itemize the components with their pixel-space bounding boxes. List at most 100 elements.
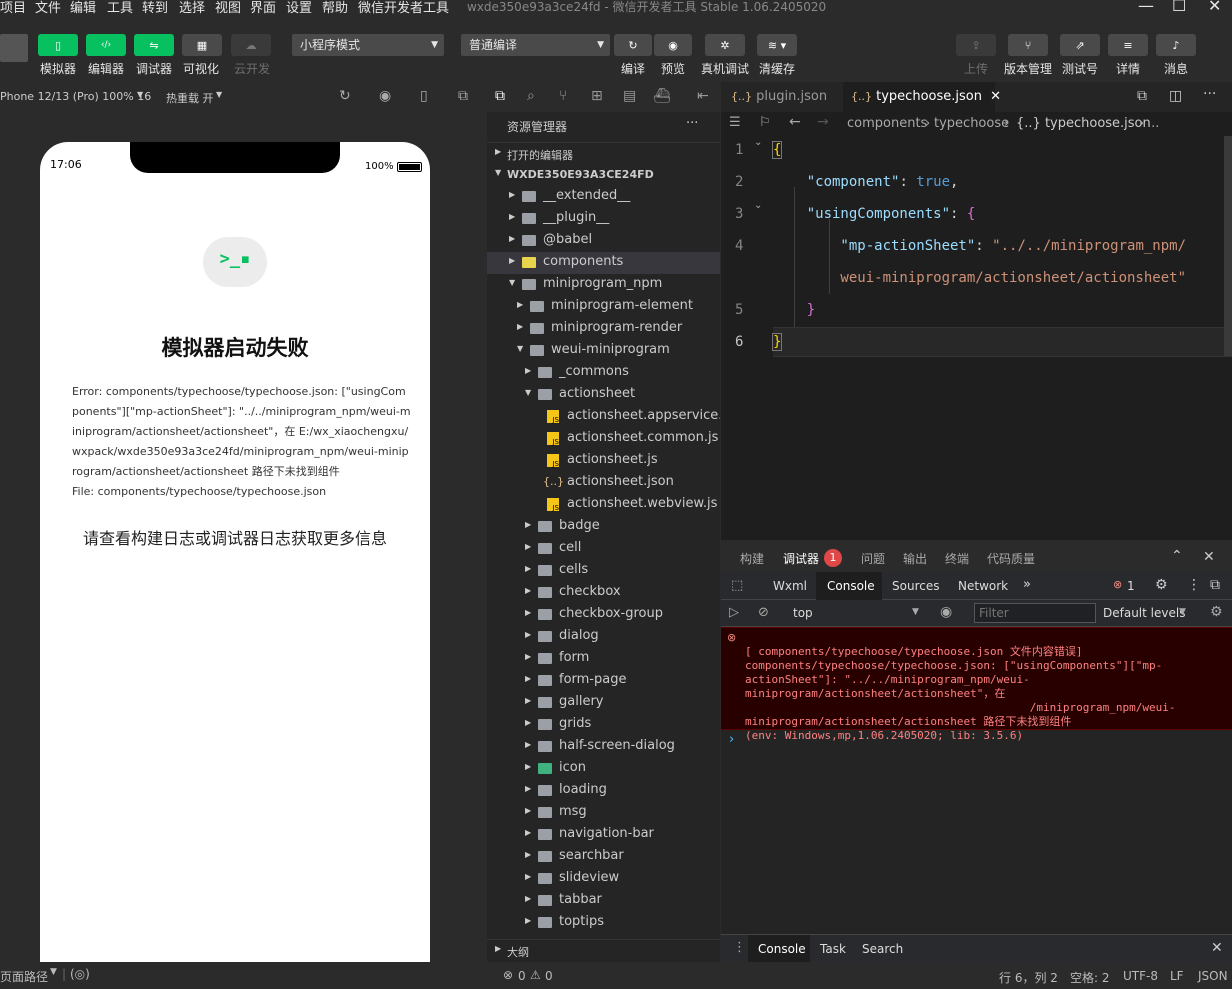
tree-folder[interactable]: ▶ dialog bbox=[487, 626, 720, 648]
tree-folder[interactable]: ▼ actionsheet bbox=[487, 384, 720, 406]
docker-icon[interactable]: ⛴ bbox=[653, 88, 671, 104]
gear-icon[interactable]: ⚙ bbox=[1155, 577, 1168, 593]
tree-folder[interactable]: ▶ _commons bbox=[487, 362, 720, 384]
files-icon[interactable]: ⧉ bbox=[495, 88, 505, 104]
tree-folder[interactable]: ▶ slideview bbox=[487, 868, 720, 890]
tree-folder[interactable]: ▶ components bbox=[487, 252, 720, 274]
drawer-tab-task[interactable]: Task bbox=[820, 942, 846, 956]
tab-network[interactable]: Network bbox=[958, 579, 1008, 593]
breadcrumb-item[interactable]: {..} typechoose.json bbox=[1016, 116, 1151, 131]
cursor-position[interactable]: 行 6，列 2 bbox=[999, 969, 1058, 986]
tree-folder[interactable]: ▶ toptips bbox=[487, 912, 720, 934]
minimize-icon[interactable]: — bbox=[1138, 0, 1154, 14]
tree-folder[interactable]: ▶ tabbar bbox=[487, 890, 720, 912]
tab-sources[interactable]: Sources bbox=[892, 579, 939, 593]
maximize-icon[interactable]: ☐ bbox=[1172, 0, 1186, 14]
device-select[interactable]: Phone 12/13 (Pro) 100% 16 bbox=[0, 90, 151, 103]
tree-folder[interactable]: ▶ checkbox-group bbox=[487, 604, 720, 626]
eye-icon[interactable]: ◉ bbox=[940, 604, 952, 620]
clear-cache-button[interactable]: ≋ ▾ bbox=[757, 34, 797, 56]
context-select[interactable]: top bbox=[793, 606, 813, 620]
details-button[interactable]: ≡ bbox=[1108, 34, 1148, 56]
refresh-icon[interactable]: ↻ bbox=[339, 88, 351, 104]
tree-folder[interactable]: ▶ cell bbox=[487, 538, 720, 560]
chevron-up-icon[interactable]: ⌃ bbox=[1171, 548, 1183, 564]
eye-icon[interactable]: (◎) bbox=[70, 967, 90, 981]
test-button[interactable]: ⇗ bbox=[1060, 34, 1100, 56]
tree-folder[interactable]: ▶ gallery bbox=[487, 692, 720, 714]
window-icon[interactable]: ⧉ bbox=[458, 88, 468, 104]
tree-folder[interactable]: ▶ miniprogram-element bbox=[487, 296, 720, 318]
tree-folder[interactable]: ▶ searchbar bbox=[487, 846, 720, 868]
tree-folder[interactable]: ▶ form-page bbox=[487, 670, 720, 692]
version-button[interactable]: ⑂ bbox=[1008, 34, 1048, 56]
collapse-icon[interactable]: ⇤ bbox=[697, 88, 709, 104]
tree-folder[interactable]: ▶ badge bbox=[487, 516, 720, 538]
tab-code-quality[interactable]: 代码质量 bbox=[987, 550, 1035, 567]
phone-icon[interactable]: ▯ bbox=[420, 88, 428, 104]
menu-select[interactable]: 选择 bbox=[179, 0, 205, 14]
breadcrumb-item[interactable]: components bbox=[847, 116, 927, 131]
console-prompt[interactable]: › bbox=[729, 732, 734, 747]
tree-folder[interactable]: ▶ half-screen-dialog bbox=[487, 736, 720, 758]
tree-folder[interactable]: ▶ msg bbox=[487, 802, 720, 824]
console-error-message[interactable]: ⊗ [ components/typechoose/typechoose.jso… bbox=[721, 627, 1232, 742]
open-editors-section[interactable]: ▶ 打开的编辑器 bbox=[487, 142, 720, 164]
tree-file[interactable]: JS actionsheet.js bbox=[487, 450, 720, 472]
close-icon[interactable]: ✕ bbox=[1203, 549, 1215, 565]
visual-button[interactable]: ▦ bbox=[182, 34, 222, 56]
avatar[interactable] bbox=[0, 34, 28, 62]
preview-button[interactable]: ◉ bbox=[654, 34, 692, 56]
breadcrumb-item[interactable]: ... bbox=[1147, 116, 1159, 131]
tree-folder[interactable]: ▶ form bbox=[487, 648, 720, 670]
outline-section[interactable]: ▶ 大纲 bbox=[487, 939, 720, 961]
back-icon[interactable]: ← bbox=[789, 114, 801, 130]
line-ending[interactable]: LF bbox=[1170, 969, 1184, 983]
split-editor-icon[interactable]: ◫ bbox=[1169, 88, 1182, 104]
clear-console-icon[interactable]: ⊘ bbox=[758, 605, 769, 620]
tab-problems[interactable]: 问题 bbox=[861, 550, 885, 567]
tab-terminal[interactable]: 终端 bbox=[945, 550, 969, 567]
error-status-count[interactable]: 0 bbox=[518, 969, 526, 983]
mode-select[interactable]: 小程序模式 ▼ bbox=[292, 34, 444, 56]
menu-view[interactable]: 视图 bbox=[215, 0, 241, 14]
tab-debugger[interactable]: 调试器 bbox=[783, 550, 819, 567]
error-status-icon[interactable]: ⊗ bbox=[503, 968, 513, 982]
tab-wxml[interactable]: Wxml bbox=[773, 579, 807, 593]
tree-folder[interactable]: ▶ __extended__ bbox=[487, 186, 720, 208]
fold-icon[interactable]: ⌄ bbox=[754, 137, 762, 148]
menu-devtools[interactable]: 微信开发者工具 bbox=[358, 0, 449, 14]
compile-button[interactable]: ↻ bbox=[614, 34, 652, 56]
filter-input[interactable] bbox=[974, 603, 1096, 623]
dock-icon[interactable]: ⧉ bbox=[1210, 577, 1220, 593]
warning-count[interactable]: 0 bbox=[545, 969, 553, 983]
sidebar-toggle-icon[interactable]: ▷ bbox=[729, 605, 739, 620]
close-icon[interactable]: ✕ bbox=[1211, 940, 1223, 956]
close-window-icon[interactable]: ✕ bbox=[1208, 0, 1221, 14]
kebab-icon[interactable]: ⋮ bbox=[733, 940, 746, 955]
menu-help[interactable]: 帮助 bbox=[322, 0, 348, 14]
more-icon[interactable]: ··· bbox=[686, 116, 698, 131]
tab-output[interactable]: 输出 bbox=[903, 550, 927, 567]
messages-button[interactable]: ♪ bbox=[1156, 34, 1196, 56]
menu-file[interactable]: 文件 bbox=[35, 0, 61, 14]
tab-console[interactable]: Console bbox=[827, 579, 875, 593]
tree-folder[interactable]: ▶ loading bbox=[487, 780, 720, 802]
fold-icon[interactable]: ⌄ bbox=[754, 200, 762, 211]
remote-debug-button[interactable]: ✲ bbox=[705, 34, 745, 56]
tree-folder[interactable]: ▶ miniprogram-render bbox=[487, 318, 720, 340]
warning-icon[interactable]: ⚠ bbox=[530, 968, 541, 982]
tree-folder[interactable]: ▶ @babel bbox=[487, 230, 720, 252]
tab-plugin-json[interactable]: {..} plugin.json bbox=[721, 82, 836, 112]
drawer-tab-search[interactable]: Search bbox=[862, 942, 903, 956]
language-mode[interactable]: JSON bbox=[1198, 969, 1228, 983]
tab-build[interactable]: 构建 bbox=[740, 550, 764, 567]
git-icon[interactable]: ⑂ bbox=[559, 88, 567, 104]
gear-icon[interactable]: ⚙ bbox=[1210, 604, 1223, 620]
page-path-label[interactable]: 页面路径 bbox=[0, 968, 48, 985]
cloud-button[interactable]: ☁ bbox=[231, 34, 271, 56]
debugger-button[interactable]: ⇋ bbox=[134, 34, 174, 56]
tree-folder[interactable]: ▶ navigation-bar bbox=[487, 824, 720, 846]
indentation[interactable]: 空格: 2 bbox=[1070, 969, 1110, 986]
tree-file[interactable]: JS actionsheet.webview.js bbox=[487, 494, 720, 516]
